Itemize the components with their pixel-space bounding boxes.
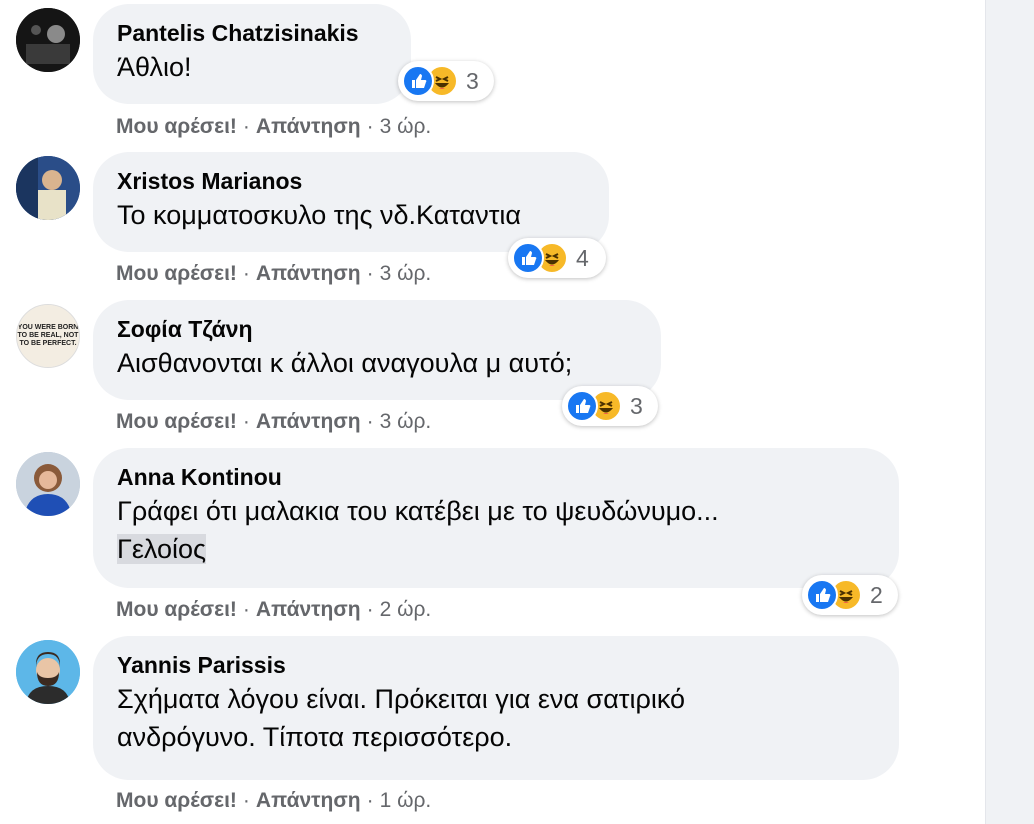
comment-bubble: Xristos Marianos Το κομματοσκυλο της νδ.… xyxy=(93,152,609,252)
separator: · xyxy=(242,789,250,812)
like-icon xyxy=(806,579,838,611)
like-icon xyxy=(512,242,544,274)
reaction-count: 2 xyxy=(870,581,883,608)
separator: · xyxy=(366,115,374,138)
comment-actions: Μου αρέσει! · Απάντηση · 3 ώρ. xyxy=(116,409,431,435)
timestamp[interactable]: 1 ώρ. xyxy=(380,789,432,812)
right-sidebar xyxy=(985,0,1034,824)
separator: · xyxy=(242,410,250,433)
comment-text: Σχήματα λόγου είναι. Πρόκειται για ενα σ… xyxy=(117,684,686,714)
comment-author[interactable]: Pantelis Chatzisinakis xyxy=(117,18,387,48)
comment-actions: Μου αρέσει! · Απάντηση · 2 ώρ. xyxy=(116,597,431,623)
avatar[interactable] xyxy=(16,452,80,516)
svg-text:TO BE PERFECT.: TO BE PERFECT. xyxy=(19,340,76,347)
reaction-count: 3 xyxy=(466,67,479,94)
separator: · xyxy=(366,410,374,433)
reaction-count: 3 xyxy=(630,392,643,419)
like-button[interactable]: Μου αρέσει! xyxy=(116,115,237,138)
avatar[interactable] xyxy=(16,8,80,72)
avatar[interactable]: YOU WERE BORN TO BE REAL, NOT TO BE PERF… xyxy=(16,304,80,368)
reply-button[interactable]: Απάντηση xyxy=(256,262,361,285)
timestamp[interactable]: 2 ώρ. xyxy=(380,598,432,621)
comment-author[interactable]: Yannis Parissis xyxy=(117,650,875,680)
reply-button[interactable]: Απάντηση xyxy=(256,115,361,138)
comment-text: Άθλιο! xyxy=(117,52,192,82)
avatar-text: YOU WERE BORN xyxy=(18,324,79,331)
reaction-summary[interactable]: 3 xyxy=(562,386,658,426)
svg-text:TO BE REAL, NOT: TO BE REAL, NOT xyxy=(18,332,79,339)
comment-actions: Μου αρέσει! · Απάντηση · 3 ώρ. xyxy=(116,114,431,140)
reply-button[interactable]: Απάντηση xyxy=(256,410,361,433)
comment-text: Το κομματοσκυλο της νδ.Καταντια xyxy=(117,200,521,230)
timestamp[interactable]: 3 ώρ. xyxy=(380,410,432,433)
like-button[interactable]: Μου αρέσει! xyxy=(116,789,237,812)
like-button[interactable]: Μου αρέσει! xyxy=(116,598,237,621)
comment-text: Αισθανονται κ άλλοι αναγουλα μ αυτό; xyxy=(117,348,573,378)
comment-text: Γράφει ότι μαλακια του κατέβει με το ψευ… xyxy=(117,496,719,526)
reaction-count: 4 xyxy=(576,244,589,271)
comment-bubble: Yannis Parissis Σχήματα λόγου είναι. Πρό… xyxy=(93,636,899,780)
comment-author[interactable]: Xristos Marianos xyxy=(117,166,585,196)
reply-button[interactable]: Απάντηση xyxy=(256,789,361,812)
reaction-summary[interactable]: 2 xyxy=(802,575,898,615)
separator: · xyxy=(366,789,374,812)
like-button[interactable]: Μου αρέσει! xyxy=(116,262,237,285)
like-icon xyxy=(402,65,434,97)
comment-author[interactable]: Anna Kontinou xyxy=(117,462,875,492)
timestamp[interactable]: 3 ώρ. xyxy=(380,115,432,138)
separator: · xyxy=(242,115,250,138)
avatar[interactable] xyxy=(16,640,80,704)
comment-author[interactable]: Σοφία Τζάνη xyxy=(117,314,637,344)
separator: · xyxy=(366,598,374,621)
avatar[interactable] xyxy=(16,156,80,220)
timestamp[interactable]: 3 ώρ. xyxy=(380,262,432,285)
separator: · xyxy=(242,598,250,621)
comment-actions: Μου αρέσει! · Απάντηση · 1 ώρ. xyxy=(116,788,431,814)
separator: · xyxy=(366,262,374,285)
comment-bubble: Anna Kontinou Γράφει ότι μαλακια του κατ… xyxy=(93,448,899,588)
comment-bubble: Σοφία Τζάνη Αισθανονται κ άλλοι αναγουλα… xyxy=(93,300,661,400)
separator: · xyxy=(242,262,250,285)
reply-button[interactable]: Απάντηση xyxy=(256,598,361,621)
like-button[interactable]: Μου αρέσει! xyxy=(116,410,237,433)
comment-bubble: Pantelis Chatzisinakis Άθλιο! xyxy=(93,4,411,104)
reaction-summary[interactable]: 4 xyxy=(508,238,606,278)
comment-actions: Μου αρέσει! · Απάντηση · 3 ώρ. xyxy=(116,261,431,287)
comment-text-line-2: ανδρόγυνο. Τίποτα περισσότερο. xyxy=(117,722,513,752)
highlighted-text: Γελοίος xyxy=(117,534,207,564)
like-icon xyxy=(566,390,598,422)
reaction-summary[interactable]: 3 xyxy=(398,61,494,101)
